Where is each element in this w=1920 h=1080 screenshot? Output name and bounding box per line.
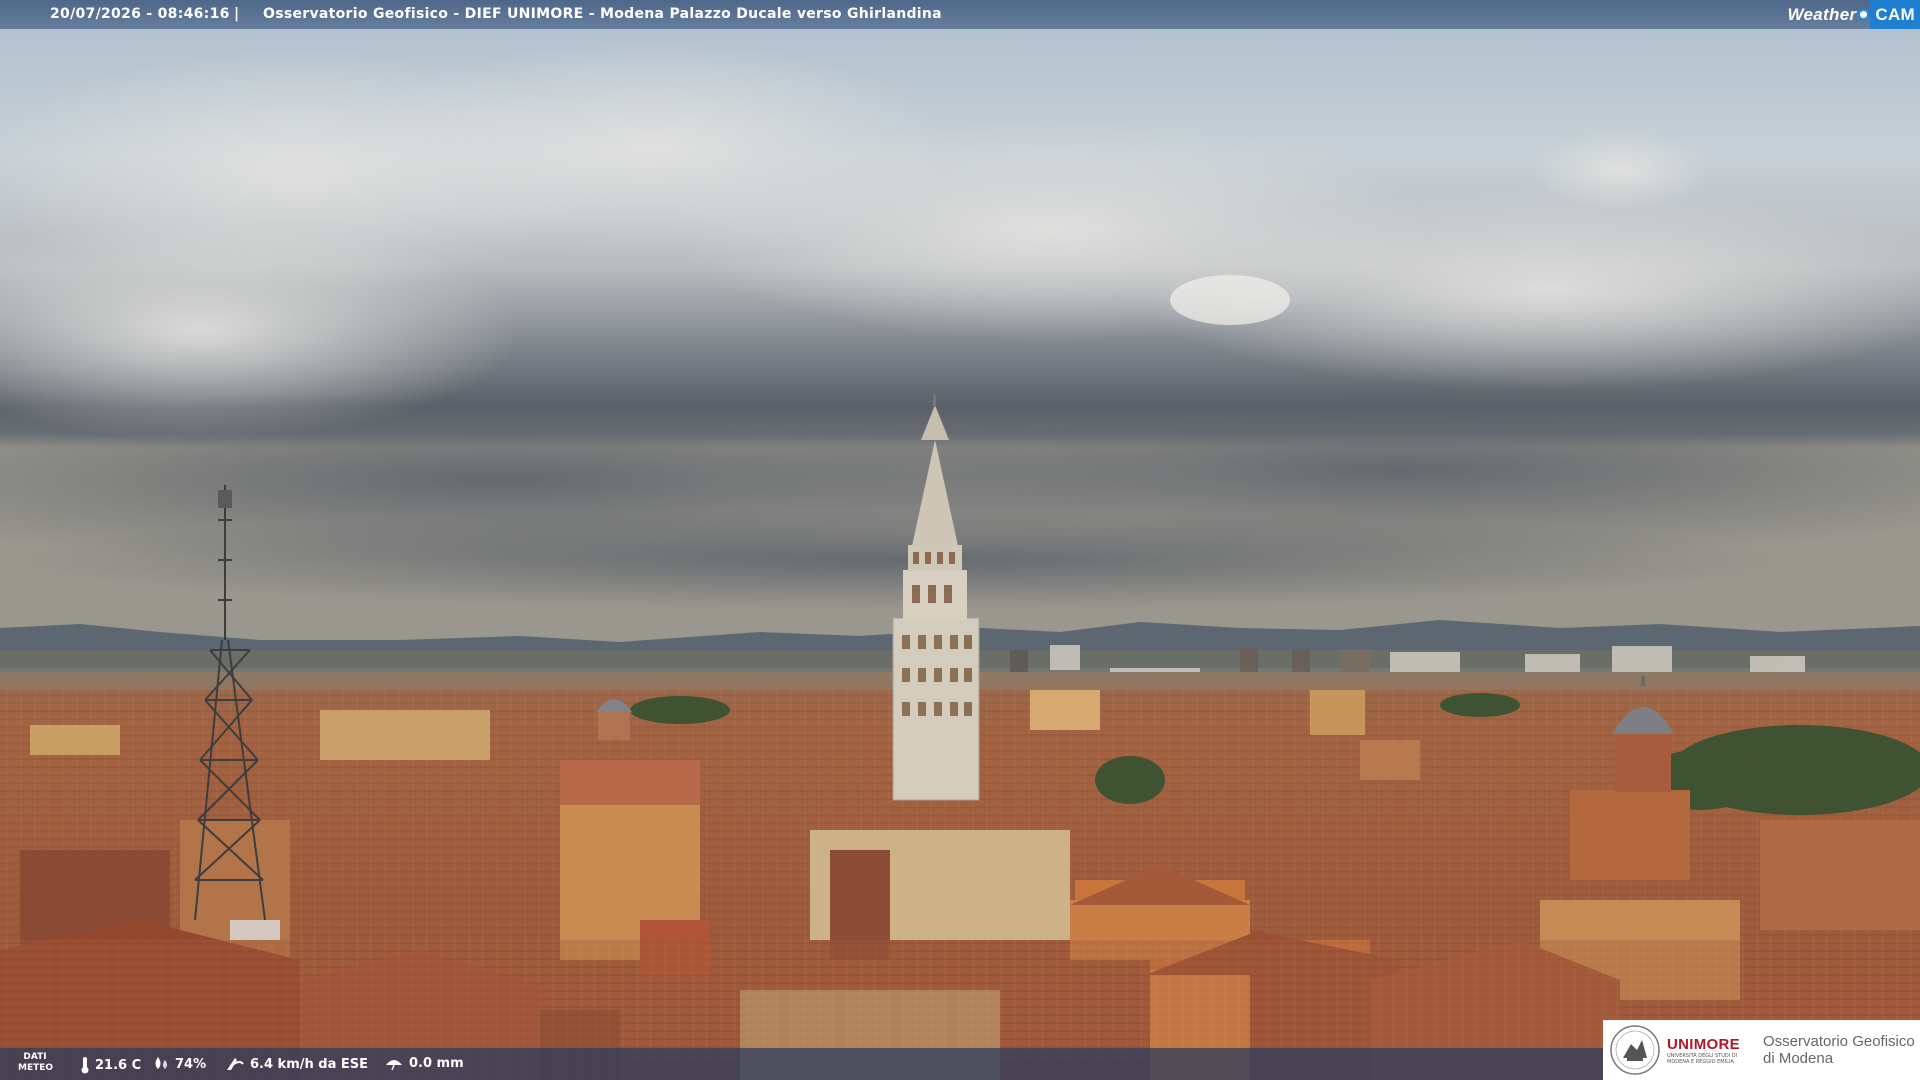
wind-readout: 6.4 km/h da ESE (225, 1056, 368, 1072)
location-title: Osservatorio Geofisico - DIEF UNIMORE - … (263, 6, 942, 22)
webcam-scene (0, 0, 1920, 1080)
humidity-drops-icon (155, 1057, 167, 1069)
meteo-label-line1: DATI (23, 1052, 47, 1062)
humidity-value: 74% (175, 1056, 207, 1072)
rain-umbrella-icon (386, 1059, 402, 1070)
unimore-logo: UNIMORE UNIVERSITÀ DEGLI STUDI DI MODENA… (1603, 1020, 1920, 1080)
university-seal-icon (1610, 1025, 1660, 1075)
meteo-label: DATI METEO (18, 1052, 54, 1074)
unimore-sub-2: MODENA E REGGIO EMILIA (1667, 1058, 1734, 1065)
wind-icon (227, 1058, 244, 1070)
weathercam-lens-icon (1858, 9, 1870, 20)
timestamp: 20/07/2026 - 08:46:16 (50, 6, 230, 22)
weathercam-logo-weather: Weather (1787, 4, 1857, 24)
temperature-value: 21.6 C (95, 1057, 142, 1073)
temperature-readout: 21.6 C (80, 1056, 141, 1074)
unimore-wordmark: UNIMORE UNIVERSITÀ DEGLI STUDI DI MODENA… (1667, 1036, 1757, 1065)
observatory-line2: di Modena (1763, 1050, 1834, 1067)
humidity-readout: 74% (152, 1056, 206, 1072)
weathercam-logo-cam: CAM (1870, 0, 1920, 29)
weathercam-logo: Weather CAM (1780, 0, 1920, 29)
unimore-brand: UNIMORE (1667, 1035, 1740, 1053)
meteo-label-line2: METEO (18, 1063, 54, 1073)
rain-value: 0.0 mm (409, 1056, 464, 1071)
caption-separator: | (234, 6, 240, 22)
thermometer-icon (81, 1057, 89, 1074)
observatory-line1: Osservatorio Geofisico (1763, 1033, 1915, 1050)
caption-bar: 20/07/2026 - 08:46:16 | Osservatorio Geo… (0, 0, 1920, 29)
rain-readout: 0.0 mm (384, 1056, 464, 1071)
observatory-name: Osservatorio Geofisico di Modena (1763, 1033, 1915, 1067)
wind-value: 6.4 km/h da ESE (250, 1056, 369, 1072)
